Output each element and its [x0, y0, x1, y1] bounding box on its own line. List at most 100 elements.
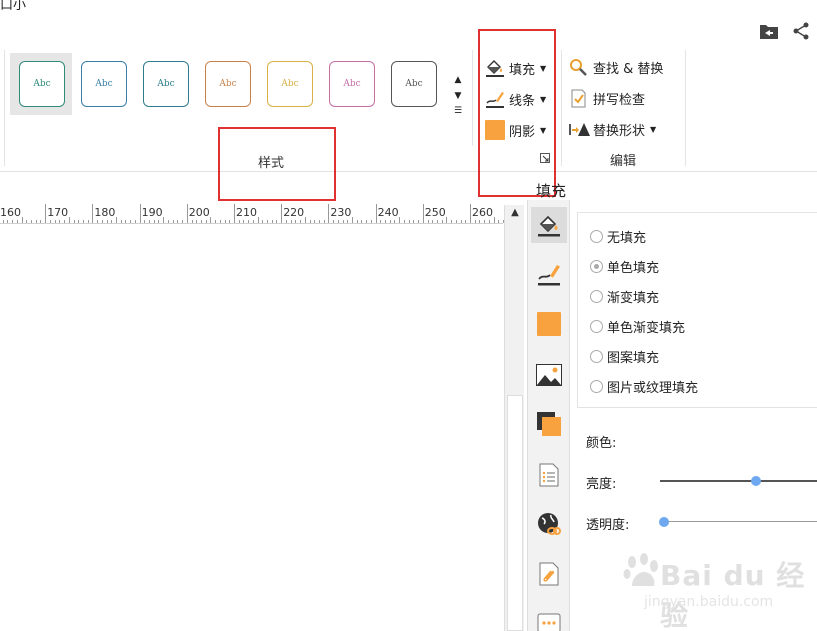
- ruler-tick: [446, 217, 448, 223]
- ruler-tick: [295, 220, 297, 223]
- fill-option-label: 图案填充: [607, 351, 660, 366]
- ruler-tick: [347, 220, 349, 223]
- ruler-tick: [352, 217, 353, 223]
- ruler-tick: [238, 220, 240, 223]
- ruler-tick: [441, 220, 443, 223]
- style-tile[interactable]: Abc: [267, 61, 313, 107]
- ruler-tick: [276, 220, 278, 223]
- ruler-tick: [314, 220, 316, 223]
- ribbon: Abc Abc Abc Abc Abc Abc Abc ▲ ▼ ☰ 样式 填充 ▼ 线条 ▼…: [0, 44, 817, 172]
- ruler-tick: [64, 220, 66, 223]
- radio-button[interactable]: [590, 260, 603, 273]
- watermark-url: jingyan.baidu.com: [644, 594, 774, 610]
- radio-button[interactable]: [590, 380, 603, 393]
- scrollbar-thumb[interactable]: [507, 395, 523, 631]
- ruler-tick: [498, 220, 500, 223]
- style-tile[interactable]: Abc: [19, 61, 65, 107]
- gallery-more-icon[interactable]: ☰: [452, 106, 464, 116]
- fill-option[interactable]: 单色填充: [590, 257, 659, 276]
- ruler-tick: [262, 220, 264, 223]
- search-icon: [569, 58, 588, 77]
- ruler-tick: [97, 220, 99, 223]
- vertical-scrollbar[interactable]: ▲: [504, 205, 524, 631]
- side-tab-shadow[interactable]: [531, 306, 567, 342]
- ruler-tick: [318, 220, 320, 223]
- ruler-tick: [2, 220, 4, 223]
- ruler-tick: [451, 220, 453, 223]
- radio-button[interactable]: [590, 350, 603, 363]
- ruler-tick: [78, 220, 80, 223]
- style-tile[interactable]: Abc: [329, 61, 375, 107]
- ruler-tick-label: 160: [0, 206, 21, 219]
- brightness-slider-knob[interactable]: [750, 476, 761, 486]
- attachment-icon: [539, 562, 559, 586]
- ruler-tick: [257, 217, 259, 223]
- ruler-tick-label: 190: [141, 206, 163, 219]
- ruler-tick: [21, 217, 23, 223]
- color-label: 颜色:: [586, 436, 617, 451]
- fill-option[interactable]: 渐变填充: [590, 287, 659, 306]
- ruler-tick: [342, 220, 344, 223]
- style-tile[interactable]: Abc: [81, 61, 127, 107]
- ruler-tick: [281, 204, 283, 223]
- ruler-tick: [153, 220, 155, 223]
- radio-button[interactable]: [590, 320, 603, 333]
- ruler-tick: [422, 204, 424, 223]
- transparency-slider[interactable]: [662, 521, 817, 522]
- side-tab-attachment[interactable]: [531, 556, 567, 592]
- style-tile[interactable]: Abc: [205, 61, 251, 107]
- fill-option[interactable]: 图片或纹理填充: [590, 377, 698, 396]
- ruler-tick: [403, 220, 405, 223]
- share-icon[interactable]: [791, 22, 811, 40]
- ruler-tick: [158, 220, 160, 223]
- fill-option-label: 图片或纹理填充: [607, 381, 699, 396]
- ruler-tick: [290, 220, 292, 223]
- fill-option[interactable]: 图案填充: [590, 347, 659, 366]
- ruler-tick: [366, 220, 368, 223]
- fill-option[interactable]: 无填充: [590, 227, 646, 246]
- brightness-slider[interactable]: [660, 480, 817, 482]
- fill-option[interactable]: 单色渐变填充: [590, 317, 685, 336]
- radio-button[interactable]: [590, 230, 603, 243]
- side-tab-shadow-effect[interactable]: [531, 406, 567, 442]
- ruler-tick: [337, 220, 339, 223]
- spellcheck-label: 拼写检查: [593, 93, 646, 108]
- ruler-tick: [92, 204, 94, 223]
- ruler-tick: [35, 220, 37, 223]
- replace-shape-button[interactable]: 替换形状 ▼: [569, 120, 656, 139]
- ruler-tick: [54, 220, 56, 223]
- ruler-tick: [248, 220, 250, 223]
- find-replace-button[interactable]: 查找 & 替换: [569, 58, 663, 77]
- transparency-label: 透明度:: [586, 518, 630, 533]
- spellcheck-button[interactable]: 拼写检查: [569, 89, 645, 108]
- spellcheck-icon: [569, 89, 588, 108]
- radio-button[interactable]: [590, 290, 603, 303]
- gallery-down-icon[interactable]: ▼: [452, 91, 464, 101]
- ruler-tick: [375, 204, 377, 223]
- ruler-tick: [224, 220, 226, 223]
- transparency-slider-knob[interactable]: [659, 517, 669, 527]
- scroll-up-icon[interactable]: ▲: [507, 207, 523, 223]
- fill-option-label: 单色填充: [607, 261, 660, 276]
- drawing-canvas[interactable]: [0, 225, 503, 631]
- ruler-tick: [7, 220, 9, 223]
- side-tab-hyperlink[interactable]: [531, 506, 567, 542]
- ruler-tick: [182, 220, 184, 223]
- export-icon[interactable]: [759, 22, 779, 40]
- gallery-up-icon[interactable]: ▲: [452, 75, 464, 85]
- side-tab-properties[interactable]: [531, 457, 567, 493]
- ruler-tick: [205, 220, 207, 223]
- ruler-tick: [229, 220, 231, 223]
- side-tab-fill[interactable]: [531, 207, 567, 243]
- ribbon-divider: [472, 50, 473, 146]
- ruler-tick: [144, 220, 146, 223]
- style-tile[interactable]: Abc: [391, 61, 437, 107]
- ruler-tick: [172, 220, 174, 223]
- ribbon-divider: [561, 50, 562, 166]
- side-tab-image[interactable]: [531, 357, 567, 393]
- ruler-tick: [59, 220, 61, 223]
- style-tile[interactable]: Abc: [143, 61, 189, 107]
- side-tab-line[interactable]: [531, 256, 567, 292]
- ruler-tick: [455, 220, 457, 223]
- side-tab-more[interactable]: [531, 605, 567, 631]
